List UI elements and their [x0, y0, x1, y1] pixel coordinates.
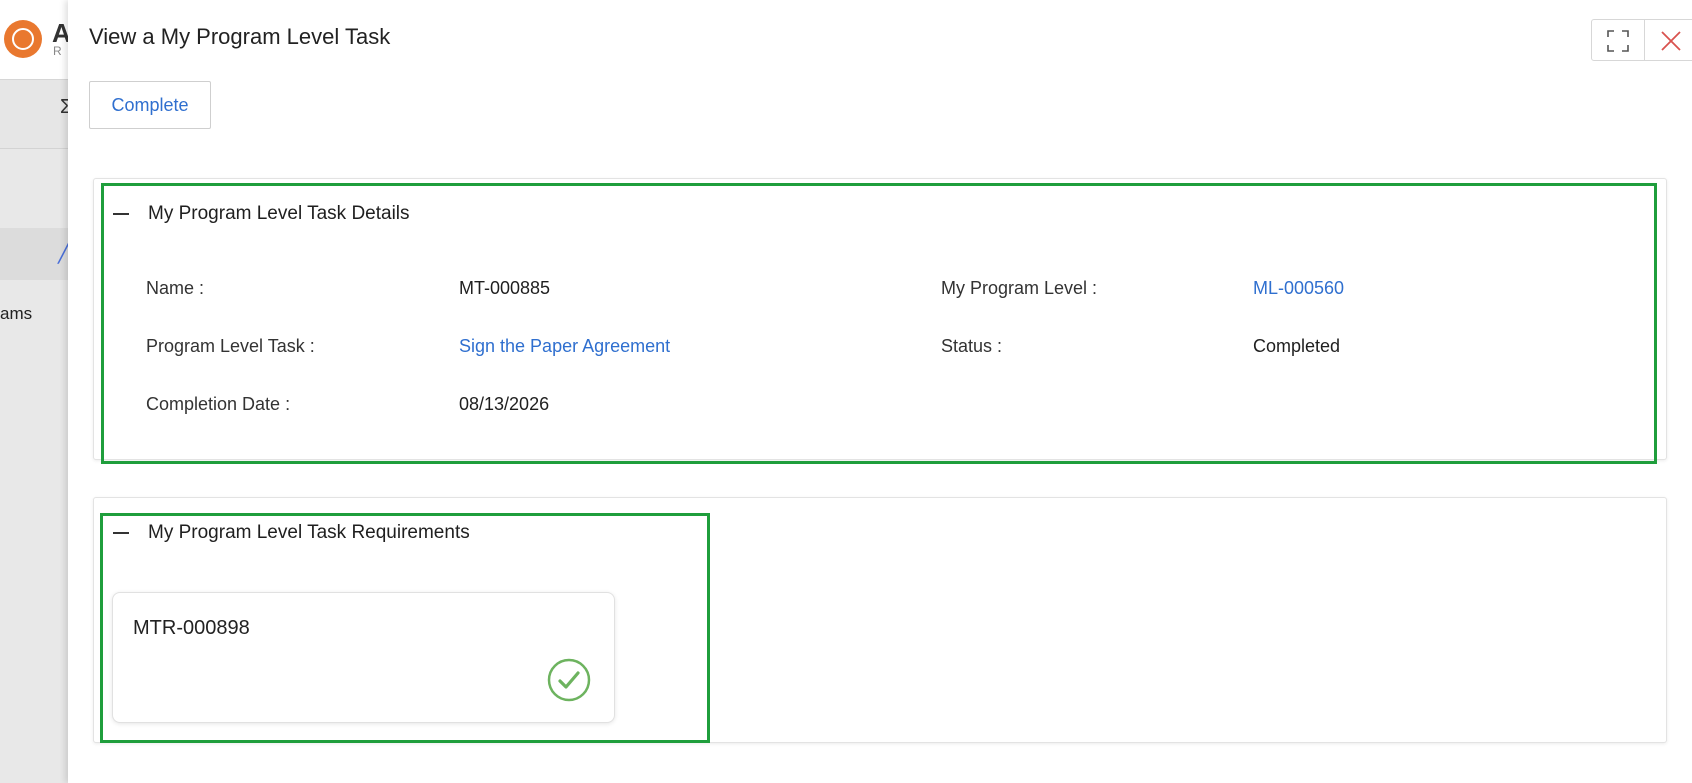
- details-section-title: My Program Level Task Details: [148, 203, 410, 224]
- complete-button[interactable]: Complete: [89, 81, 211, 129]
- panel-window-controls: [1591, 19, 1692, 61]
- expand-icon[interactable]: [1592, 20, 1644, 60]
- collapse-icon[interactable]: [113, 204, 129, 224]
- status-value: Completed: [1253, 336, 1341, 356]
- requirement-name: MTR-000898: [133, 617, 250, 639]
- collapse-icon[interactable]: [113, 523, 129, 543]
- details-section-header: My Program Level Task Details: [113, 203, 410, 225]
- app-logo-icon[interactable]: [4, 20, 42, 58]
- close-icon[interactable]: [1644, 20, 1692, 60]
- program-level-task-label: Program Level Task :: [146, 336, 315, 356]
- details-highlight-box: [101, 183, 1657, 464]
- app-brand-subtitle: R: [53, 44, 62, 58]
- requirement-tile[interactable]: MTR-000898: [112, 592, 615, 723]
- panel-title: View a My Program Level Task: [89, 24, 391, 49]
- sidebar-item-programs[interactable]: ams: [0, 304, 32, 324]
- name-value: MT-000885: [459, 278, 551, 298]
- completion-date-label: Completion Date :: [146, 394, 291, 414]
- check-circle-icon: [547, 658, 591, 702]
- view-task-panel: View a My Program Level Task Complete My…: [68, 0, 1692, 783]
- name-label: Name :: [146, 278, 205, 298]
- requirements-section-title: My Program Level Task Requirements: [148, 522, 470, 543]
- requirements-section-header: My Program Level Task Requirements: [113, 522, 470, 544]
- program-level-label: My Program Level :: [941, 278, 1098, 298]
- program-level-link[interactable]: ML-000560: [1253, 278, 1344, 299]
- completion-date-value: 08/13/2026: [459, 394, 550, 414]
- program-level-task-link[interactable]: Sign the Paper Agreement: [459, 336, 670, 357]
- status-label: Status :: [941, 336, 1003, 356]
